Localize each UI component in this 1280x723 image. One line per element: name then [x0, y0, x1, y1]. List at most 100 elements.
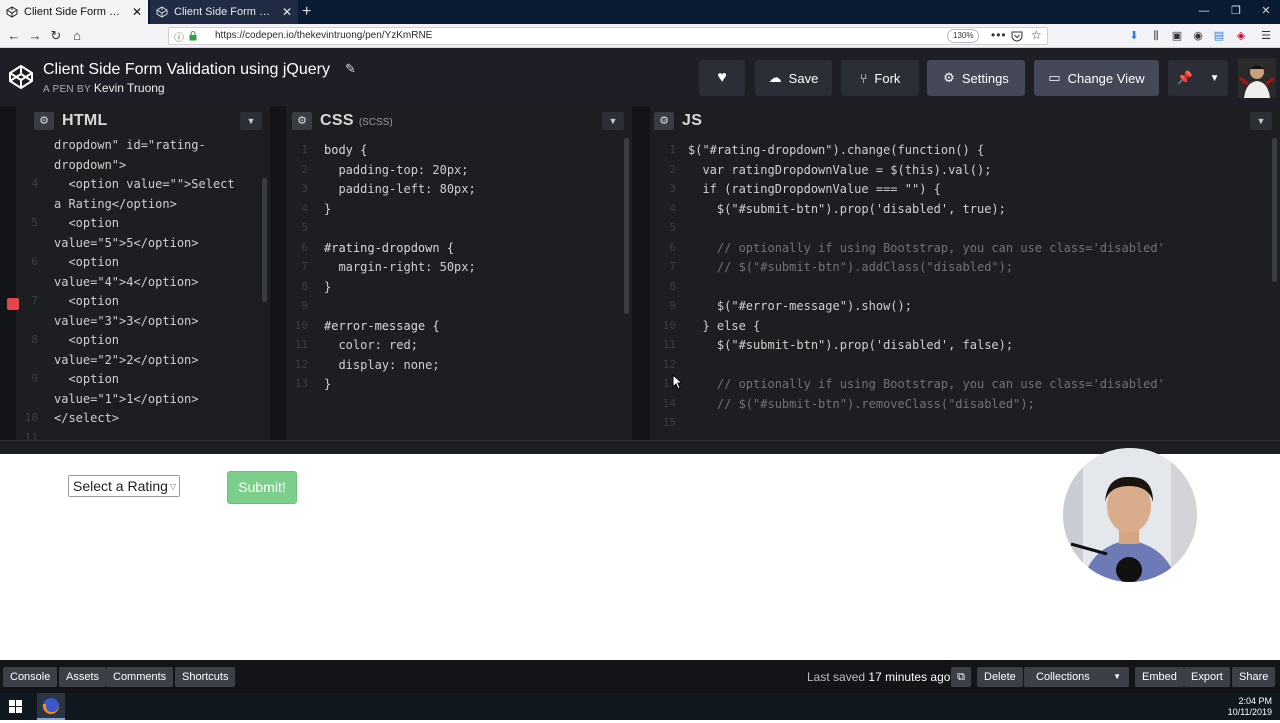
share-button[interactable]: Share [1232, 667, 1276, 687]
browser-nav-bar: ← → ↻ ⌂ ⓘ https://codepen.io/thekevintru… [0, 24, 1280, 48]
chevron-down-icon: ▼ [1209, 72, 1220, 84]
assets-button[interactable]: Assets [59, 667, 107, 687]
close-tab-icon[interactable]: ✕ [282, 5, 292, 19]
export-button[interactable]: Export [1184, 667, 1230, 687]
extension-icon[interactable]: ◈ [1233, 27, 1249, 45]
firefox-taskbar-button[interactable] [37, 693, 65, 720]
line-number: 6 [669, 240, 676, 254]
author-link[interactable]: Kevin Truong [94, 81, 165, 95]
shortcuts-button[interactable]: Shortcuts [175, 667, 236, 687]
fork-button[interactable]: ⑂ Fork [841, 60, 919, 96]
extension-icon[interactable]: ◉ [1190, 27, 1206, 45]
menu-icon[interactable]: ☰ [1258, 27, 1274, 45]
browser-tab-inactive[interactable]: Client Side Form Validation usi ✕ [150, 0, 298, 24]
home-icon[interactable]: ⌂ [68, 27, 86, 45]
browser-tab-bar: Client Side Form Validation usi ✕ Client… [0, 0, 1280, 24]
reload-icon[interactable]: ↻ [47, 27, 65, 45]
clock-time: 2:04 PM [1238, 696, 1272, 706]
html-pane-collapse-icon[interactable]: ▼ [240, 112, 262, 130]
edit-pencil-icon[interactable]: ✎ [345, 61, 356, 77]
cloud-icon: ☁ [768, 70, 782, 85]
webcam-overlay [1063, 448, 1197, 582]
tab-title: Client Side Form Validation usi [174, 6, 276, 18]
submit-button[interactable]: Submit! [227, 471, 297, 504]
pen-byline: A PEN BY Kevin Truong [43, 81, 165, 95]
library-icon[interactable]: ⫼ [1148, 27, 1164, 45]
code-line: // $("#submit-btn").removeClass("disable… [688, 396, 1035, 411]
byline-prefix: A PEN BY [43, 84, 91, 95]
extension-icon[interactable]: ▤ [1211, 27, 1227, 45]
line-number: 9 [669, 299, 676, 312]
line-number: 11 [24, 430, 38, 441]
collections-button[interactable]: Collections ▼ [1024, 667, 1129, 687]
line-number: 8 [31, 333, 38, 346]
forward-icon[interactable]: → [26, 27, 44, 45]
codepen-logo-icon[interactable] [8, 64, 34, 90]
delete-button[interactable]: Delete [977, 667, 1023, 687]
heart-icon: ♥ [717, 69, 727, 86]
code-line: a Rating</option> [54, 196, 177, 211]
js-scrollbar[interactable] [1272, 138, 1277, 282]
js-code-editor[interactable]: 1 $("#rating-dropdown").change(function()… [650, 138, 1280, 440]
css-preprocessor-label: (SCSS) [358, 117, 393, 128]
preview-resize-handle[interactable] [0, 440, 1280, 454]
html-settings-gear-icon[interactable]: ⚙ [34, 112, 54, 130]
embed-button[interactable]: Embed [1135, 667, 1184, 687]
save-button[interactable]: ☁ Save [755, 60, 832, 96]
comments-button[interactable]: Comments [106, 667, 174, 687]
lock-icon [189, 31, 197, 41]
recording-indicator-icon [7, 298, 19, 310]
windows-start-icon[interactable] [9, 700, 22, 713]
info-icon[interactable]: ⓘ [174, 29, 184, 44]
sidebar-icon[interactable]: ▣ [1169, 27, 1185, 45]
html-code-editor[interactable]: dropdown" id="rating-dropdown"> 4 <option… [16, 138, 270, 440]
firefox-icon [42, 698, 59, 714]
code-line: dropdown" id="rating- [54, 138, 206, 152]
css-scrollbar[interactable] [624, 138, 629, 314]
change-view-button[interactable]: ▭ Change View [1034, 60, 1159, 96]
codepen-favicon-icon [156, 6, 168, 18]
code-line: $("#rating-dropdown").change(function() … [688, 143, 985, 157]
js-pane-collapse-icon[interactable]: ▼ [1250, 112, 1272, 130]
code-line: <option value="">Select [54, 177, 235, 191]
minimize-icon[interactable]: — [1188, 0, 1220, 24]
system-clock[interactable]: 2:04 PM 10/11/2019 [1228, 696, 1272, 718]
layout-icon: ▭ [1048, 70, 1061, 85]
zoom-level[interactable]: 130% [947, 29, 980, 43]
css-pane-collapse-icon[interactable]: ▼ [602, 112, 624, 130]
close-tab-icon[interactable]: ✕ [132, 5, 142, 19]
window-close-icon[interactable]: ✕ [1250, 0, 1280, 24]
gear-icon: ⚙ [943, 70, 955, 85]
pocket-icon[interactable] [1011, 30, 1023, 42]
settings-label: Settings [961, 70, 1009, 86]
pin-menu-button[interactable]: 📌 ▼ [1168, 60, 1228, 96]
windows-taskbar: 2:04 PM 10/11/2019 [0, 693, 1280, 720]
downloads-icon[interactable]: ⬇ [1126, 27, 1142, 45]
css-settings-gear-icon[interactable]: ⚙ [292, 112, 312, 130]
browser-tab-active[interactable]: Client Side Form Validation usi ✕ [0, 0, 148, 24]
open-external-icon[interactable]: ⧉ [951, 667, 971, 687]
user-avatar[interactable] [1238, 58, 1276, 98]
restore-icon[interactable]: ❐ [1220, 0, 1252, 24]
line-number: 1 [669, 143, 676, 156]
settings-button[interactable]: ⚙ Settings [927, 60, 1025, 96]
console-button[interactable]: Console [3, 667, 58, 687]
code-line: dropdown"> [54, 157, 127, 172]
rating-dropdown[interactable]: Select a Rating ▽ [68, 475, 180, 497]
js-settings-gear-icon[interactable]: ⚙ [654, 112, 674, 130]
code-line: color: red; [324, 338, 418, 352]
page-actions-icon[interactable]: ••• [991, 28, 1007, 42]
chevron-down-icon: ▽ [169, 482, 176, 491]
love-button[interactable]: ♥ [699, 60, 745, 96]
bookmark-star-icon[interactable]: ☆ [1031, 28, 1042, 42]
html-scrollbar[interactable] [262, 178, 267, 302]
codepen-header: Client Side Form Validation using jQuery… [0, 48, 1280, 106]
back-icon[interactable]: ← [5, 27, 23, 45]
line-number: 8 [669, 279, 676, 293]
new-tab-icon[interactable]: + [302, 2, 311, 22]
line-number: 2 [669, 162, 676, 176]
pen-title[interactable]: Client Side Form Validation using jQuery [43, 61, 330, 79]
css-code-editor[interactable]: 1 body {2 padding-top: 20px; 3 padding-lef… [286, 138, 632, 440]
html-pane-header: ⚙ HTML ▼ [16, 106, 270, 136]
url-bar[interactable]: ⓘ https://codepen.io/thekevintruong/pen/… [168, 27, 1048, 45]
